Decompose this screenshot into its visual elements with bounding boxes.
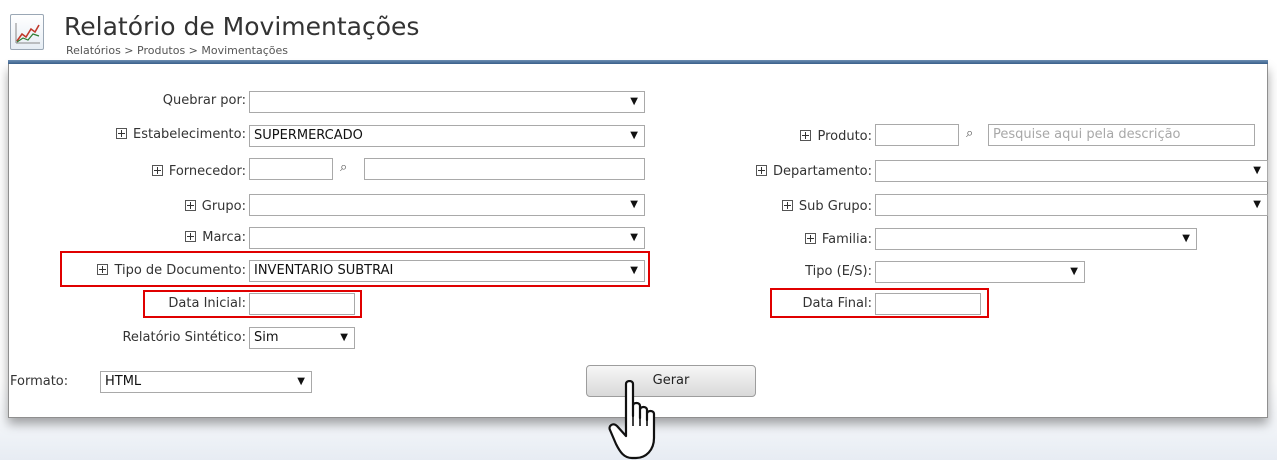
triangle-down-icon: ▼	[630, 199, 638, 210]
plus-box-icon[interactable]	[151, 165, 163, 176]
estabelecimento-select[interactable]: SUPERMERCADO ▼	[249, 125, 645, 147]
familia-label: Familia:	[760, 230, 872, 250]
plus-box-icon[interactable]	[800, 130, 812, 141]
quebrar-select[interactable]: ▼	[249, 91, 645, 113]
triangle-down-icon: ▼	[1253, 199, 1261, 210]
data-final-input[interactable]	[875, 293, 981, 315]
triangle-down-icon: ▼	[297, 376, 305, 387]
produto-code-input[interactable]	[875, 124, 959, 146]
sintetico-label: Relatório Sintético:	[122, 330, 246, 345]
produto-label: Produto:	[760, 127, 872, 147]
page-title: Relatório de Movimentações	[64, 12, 420, 41]
grupo-select[interactable]: ▼	[249, 194, 645, 216]
produto-search-input[interactable]: Pesquise aqui pela descrição	[988, 124, 1255, 146]
plus-box-icon[interactable]	[185, 231, 197, 242]
triangle-down-icon: ▼	[1182, 233, 1190, 244]
formato-select[interactable]: HTML ▼	[100, 371, 312, 393]
triangle-down-icon: ▼	[630, 130, 638, 141]
triangle-down-icon: ▼	[1070, 266, 1078, 277]
magnifier-icon[interactable]: ⌕	[340, 160, 347, 175]
line-chart-icon	[10, 14, 44, 50]
data-inicial-input[interactable]	[249, 293, 355, 315]
familia-select[interactable]: ▼	[875, 228, 1197, 250]
triangle-down-icon: ▼	[630, 265, 638, 276]
triangle-down-icon: ▼	[630, 96, 638, 107]
plus-box-icon[interactable]	[781, 200, 793, 211]
fornecedor-code-input[interactable]	[249, 158, 333, 180]
hand-pointer-icon	[608, 379, 664, 464]
plus-box-icon[interactable]	[115, 128, 127, 139]
tipo-documento-select[interactable]: INVENTARIO SUBTRAI ▼	[249, 260, 645, 282]
plus-box-icon[interactable]	[184, 200, 196, 211]
fornecedor-desc-input[interactable]	[364, 158, 645, 180]
data-inicial-label: Data Inicial:	[168, 296, 246, 311]
sintetico-select[interactable]: Sim ▼	[249, 327, 355, 349]
marca-select[interactable]: ▼	[249, 227, 645, 249]
plus-box-icon[interactable]	[756, 165, 768, 176]
sub-grupo-select[interactable]: ▼	[875, 194, 1268, 216]
quebrar-label: Quebrar por:	[162, 93, 246, 108]
plus-box-icon[interactable]	[97, 264, 109, 275]
plus-box-icon[interactable]	[804, 233, 816, 244]
marca-label: Marca:	[140, 228, 246, 248]
sub-grupo-label: Sub Grupo:	[740, 197, 872, 217]
triangle-down-icon: ▼	[340, 332, 348, 343]
departamento-label: Departamento:	[720, 162, 872, 182]
triangle-down-icon: ▼	[630, 232, 638, 243]
formato-label: Formato:	[10, 374, 69, 389]
fornecedor-label: Fornecedor:	[100, 162, 246, 182]
breadcrumb: Relatórios > Produtos > Movimentações	[66, 44, 288, 57]
estabelecimento-label: Estabelecimento:	[60, 125, 246, 145]
data-final-label: Data Final:	[802, 296, 872, 311]
tipo-es-label: Tipo (E/S):	[805, 264, 872, 279]
tipo-documento-label: Tipo de Documento:	[60, 261, 246, 281]
triangle-down-icon: ▼	[1253, 165, 1261, 176]
magnifier-icon[interactable]: ⌕	[966, 126, 973, 141]
tipo-es-select[interactable]: ▼	[875, 261, 1085, 283]
grupo-label: Grupo:	[140, 197, 246, 217]
departamento-select[interactable]: ▼	[875, 160, 1268, 182]
